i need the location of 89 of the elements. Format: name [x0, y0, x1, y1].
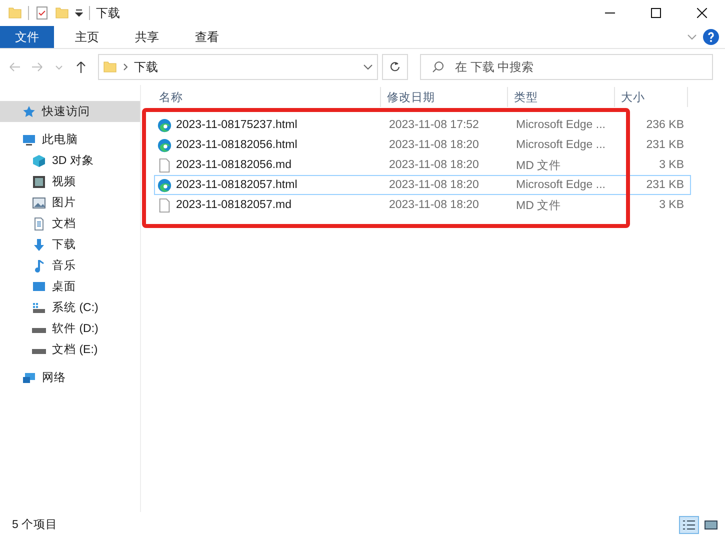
file-name: 2023-11-08182056.html — [155, 138, 383, 152]
cube-icon — [32, 154, 46, 168]
network-icon — [22, 370, 36, 384]
chevron-down-icon — [55, 64, 63, 70]
file-type: MD 文件 — [515, 198, 562, 212]
address-field[interactable]: 下载 — [98, 54, 378, 80]
file-type: Microsoft Edge ... — [515, 139, 606, 151]
sidebar-item[interactable]: 网络 — [0, 367, 140, 388]
new-folder-icon — [55, 6, 69, 20]
sidebar-item[interactable]: 桌面 — [0, 276, 140, 297]
file-type: MD 文件 — [515, 158, 562, 172]
film-icon — [32, 174, 46, 188]
sidebar-item[interactable]: 快速访问 — [0, 101, 140, 122]
system-drive-icon — [32, 300, 46, 314]
sidebar-item[interactable]: 此电脑 — [0, 129, 140, 150]
sidebar-item[interactable]: 音乐 — [0, 255, 140, 276]
refresh-icon — [389, 61, 401, 73]
chevron-right-icon — [123, 63, 128, 71]
tiles-icon — [704, 518, 718, 530]
forward-arrow-icon — [31, 62, 43, 72]
column-header[interactable]: 修改日期 — [381, 87, 508, 107]
modified-date: 2023-11-08 18:20 — [388, 179, 480, 191]
dropdown-icon[interactable] — [75, 8, 83, 18]
sidebar-item[interactable]: 下载 — [0, 234, 140, 255]
drive-icon — [32, 348, 46, 354]
column-header[interactable]: 类型 — [508, 87, 615, 107]
edge-browser-icon — [157, 118, 172, 132]
chevron-down-icon[interactable] — [363, 64, 373, 70]
refresh-button[interactable] — [382, 54, 408, 80]
modified-date: 2023-11-08 17:52 — [388, 119, 480, 131]
file-type: Microsoft Edge ... — [515, 179, 606, 191]
desktop-icon — [32, 280, 46, 294]
file-row[interactable]: 2023-11-08182056.md 2023-11-08 18:20 MD 文件 3 KB — [154, 155, 691, 175]
details-list-icon — [682, 518, 696, 530]
monitor-icon — [22, 132, 36, 146]
sidebar-item[interactable]: 软件 (D:) — [0, 318, 140, 339]
file-size: 3 KB — [658, 199, 685, 211]
help-icon[interactable] — [703, 29, 719, 45]
maximize-icon — [651, 8, 661, 18]
sidebar-item[interactable]: 文档 (E:) — [0, 339, 140, 360]
sidebar-item[interactable]: 图片 — [0, 192, 140, 213]
file-size: 231 KB — [645, 179, 685, 191]
folder-icon — [8, 6, 22, 20]
file-type: Microsoft Edge ... — [515, 119, 606, 131]
download-arrow-icon — [32, 238, 46, 252]
file-name: 2023-11-08182056.md — [155, 158, 383, 172]
modified-date: 2023-11-08 18:20 — [388, 159, 480, 171]
folder-icon — [103, 60, 117, 74]
sidebar-item[interactable]: 3D 对象 — [0, 150, 140, 171]
ribbon-tab[interactable]: 共享 — [120, 26, 174, 48]
file-size: 3 KB — [658, 159, 685, 171]
document-icon — [32, 216, 46, 230]
document-icon — [157, 198, 172, 212]
sidebar-item[interactable]: 文档 — [0, 213, 140, 234]
window-title: 下载 — [96, 4, 120, 22]
file-row[interactable]: 2023-11-08182057.md 2023-11-08 18:20 MD 文件 3 KB — [154, 195, 691, 215]
edge-browser-icon — [157, 178, 172, 192]
search-field[interactable]: 在 下载 中搜索 — [420, 54, 713, 80]
file-name: 2023-11-08182057.html — [155, 178, 383, 192]
up-arrow-icon — [76, 61, 86, 73]
modified-date: 2023-11-08 18:20 — [388, 199, 480, 211]
details-view-button[interactable] — [679, 516, 699, 534]
file-size: 236 KB — [645, 119, 685, 131]
chevron-down-icon[interactable] — [687, 34, 697, 40]
ribbon-tab[interactable]: 主页 — [60, 26, 114, 48]
ribbon-tab[interactable]: 查看 — [180, 26, 234, 48]
file-name: 2023-11-08182057.md — [155, 198, 383, 212]
properties-icon[interactable] — [35, 6, 49, 20]
document-icon — [157, 158, 172, 172]
column-header[interactable]: 大小 — [615, 87, 688, 107]
music-note-icon — [32, 258, 46, 272]
sidebar-item[interactable]: 系统 (C:) — [0, 297, 140, 318]
search-icon — [432, 61, 444, 73]
picture-icon — [32, 196, 46, 210]
file-row[interactable]: 2023-11-08182057.html 2023-11-08 18:20 Microsoft Edge ... 231 KB — [154, 175, 691, 195]
close-icon — [697, 8, 707, 18]
item-count: 5 个项目 — [12, 518, 58, 532]
column-header[interactable]: 名称 — [153, 87, 381, 107]
file-row[interactable]: 2023-11-08175237.html 2023-11-08 17:52 Microsoft Edge ... 236 KB — [154, 115, 691, 135]
back-arrow-icon — [9, 62, 21, 72]
file-size: 231 KB — [645, 139, 685, 151]
sidebar-item[interactable]: 视频 — [0, 171, 140, 192]
modified-date: 2023-11-08 18:20 — [388, 139, 480, 151]
file-name: 2023-11-08175237.html — [155, 118, 383, 132]
star-icon — [22, 104, 36, 118]
ribbon-tab[interactable]: 文件 — [0, 26, 54, 48]
edge-browser-icon — [157, 138, 172, 152]
file-row[interactable]: 2023-11-08182056.html 2023-11-08 18:20 Microsoft Edge ... 231 KB — [154, 135, 691, 155]
drive-icon — [32, 328, 46, 332]
